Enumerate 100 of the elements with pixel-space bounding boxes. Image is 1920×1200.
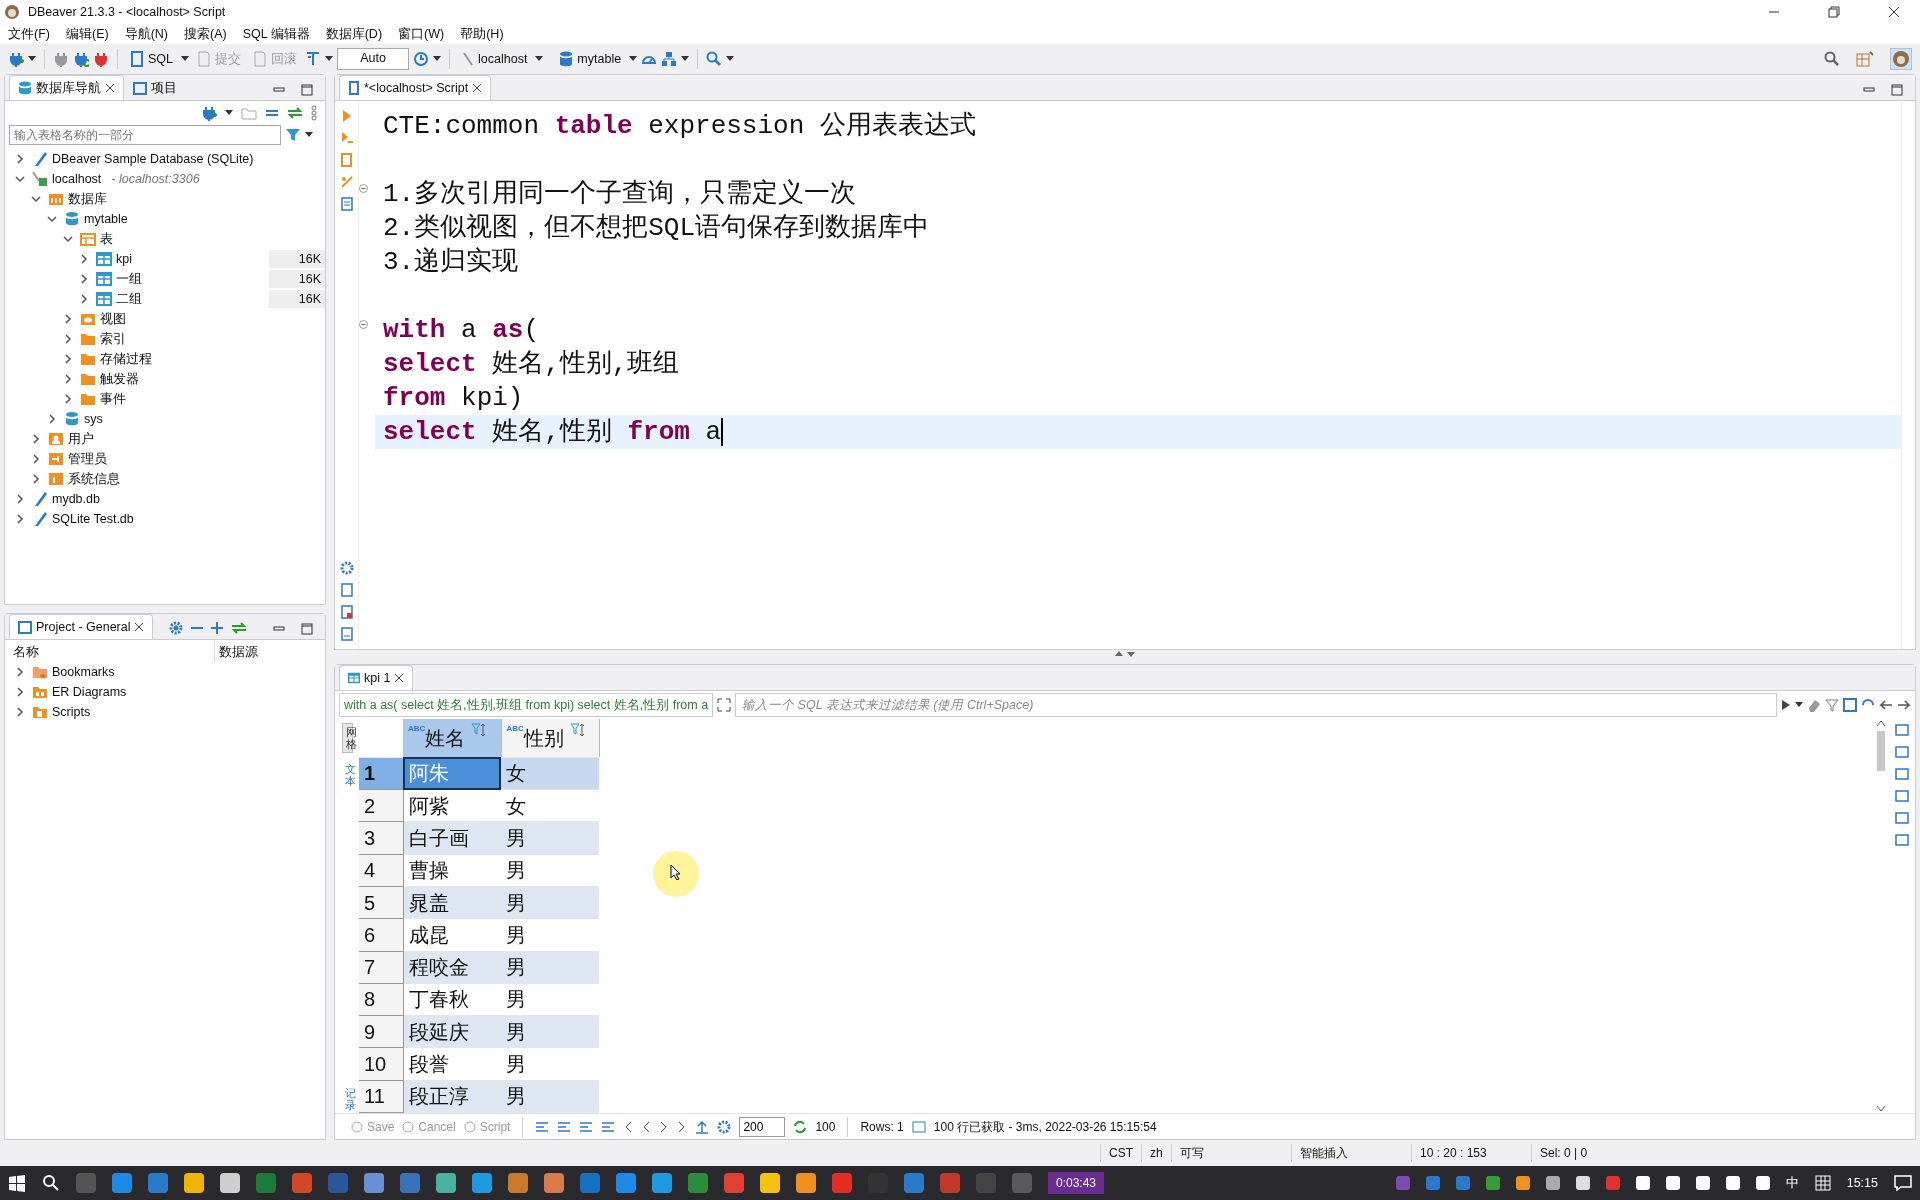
panel-tab[interactable]: Project - General (9, 614, 154, 639)
fetched-count: 100 (815, 1118, 836, 1136)
code-line[interactable]: 2.类似视图，但不想把SQL语句保存到数据库中 (375, 211, 1901, 245)
code-line[interactable]: 1.多次引用同一个子查询，只需定义一次 (375, 177, 1901, 211)
tree-item-label[interactable]: Scripts (52, 702, 91, 722)
table-cell[interactable]: 白子画 (403, 821, 501, 855)
status-item: Sel: 0 | 0 (1531, 1144, 1611, 1162)
status-item: CST (1100, 1144, 1141, 1162)
table-cell[interactable]: 男 (501, 1047, 599, 1081)
tree-item-label[interactable]: DBeaver Sample Database (SQLite) (52, 149, 254, 169)
tree-item-label[interactable]: 一组 (116, 269, 142, 289)
code-line[interactable]: from kpi) (375, 381, 1901, 415)
table-cell[interactable]: 男 (501, 918, 599, 951)
tree-item-label[interactable]: 事件 (100, 389, 126, 409)
status-item: 10 : 20 : 153 (1411, 1144, 1531, 1162)
table-cell[interactable]: 成昆 (403, 918, 501, 951)
tree-item-label[interactable]: SQLite Test.db (52, 509, 134, 529)
code-line[interactable]: CTE:common table expression 公用表表达式 (375, 109, 1901, 143)
query-text[interactable]: with a as( select 姓名,性别,班组 from kpi) select 姓名,性别 from a (339, 692, 714, 718)
menu-item[interactable]: 编辑(E) (57, 24, 117, 44)
menu-item[interactable]: 帮助(H) (452, 24, 512, 44)
row-number: 6 (359, 918, 403, 951)
menu-item[interactable]: SQL 编辑器 (234, 24, 318, 44)
status-item: 智能插入 (1291, 1144, 1411, 1162)
row-number: 8 (359, 983, 403, 1016)
table-cell[interactable]: 男 (501, 1080, 599, 1113)
menu-item[interactable]: 导航(N) (116, 24, 176, 44)
tree-item-label[interactable]: sys (84, 409, 103, 429)
sql-editor-button[interactable]: SQL (148, 49, 173, 69)
tree-item-label[interactable]: kpi (116, 249, 132, 269)
table-cell[interactable]: 男 (501, 951, 599, 984)
table-cell[interactable]: 男 (501, 983, 599, 1016)
connection-selector[interactable]: localhost (478, 49, 528, 69)
menu-item[interactable]: 数据库(D) (317, 24, 391, 44)
column-header[interactable]: 名称 (9, 640, 215, 662)
menu-item[interactable]: 窗口(W) (390, 24, 453, 44)
table-cell[interactable]: 男 (501, 886, 599, 919)
table-cell[interactable]: 程咬金 (403, 951, 501, 984)
taskbar-clock[interactable]: 15:15 (1846, 1173, 1878, 1193)
tree-item-label[interactable]: ER Diagrams (52, 682, 127, 702)
menu-item[interactable]: 文件(F) (0, 24, 58, 44)
tree-item-label[interactable]: 数据库 (68, 189, 107, 209)
code-line[interactable]: 3.递归实现 (375, 245, 1901, 279)
table-cell[interactable]: 女 (501, 789, 599, 822)
input-method-indicator[interactable]: 中 (1785, 1173, 1799, 1193)
row-count: Rows: 1 (860, 1118, 904, 1136)
tree-item-label[interactable]: 系统信息 (68, 469, 120, 489)
table-cell[interactable]: 男 (501, 1015, 599, 1048)
row-number: 4 (359, 854, 403, 887)
row-number: 3 (359, 821, 403, 855)
tree-item-label[interactable]: 二组 (116, 289, 142, 309)
editor-tab[interactable]: *<localhost> Script (339, 75, 492, 100)
table-size: 16K (269, 249, 325, 269)
tree-item-label[interactable]: 索引 (100, 329, 126, 349)
table-cell[interactable]: 段誉 (403, 1047, 501, 1081)
table-cell[interactable]: 段正淳 (403, 1080, 501, 1113)
filter-field[interactable]: 输入表格名称的一部分 (9, 125, 281, 145)
row-number: 1 (359, 757, 403, 790)
recording-widget[interactable]: 0:03:43 (1048, 1172, 1105, 1194)
table-cell[interactable]: 段延庆 (403, 1015, 501, 1048)
table-cell[interactable]: 女 (501, 757, 599, 790)
fetch-summary: 100 行已获取 - 3ms, 2022-03-26 15:15:54 (933, 1118, 1157, 1136)
results-tab[interactable]: kpi 1 (339, 665, 414, 690)
tree-item-label[interactable]: 视图 (100, 309, 126, 329)
tree-item-label[interactable]: 管理员 (68, 449, 107, 469)
tree-item-label[interactable]: 用户 (68, 429, 94, 449)
table-cell[interactable]: 晁盖 (403, 886, 501, 919)
tree-item-label[interactable]: localhost (52, 169, 102, 189)
tree-item-label[interactable]: mydb.db (52, 489, 100, 509)
status-item: zh (1141, 1144, 1171, 1162)
status-item: 可写 (1171, 1144, 1291, 1162)
table-cell[interactable]: 男 (501, 821, 599, 855)
table-cell[interactable]: 男 (501, 854, 599, 887)
table-cell[interactable]: 丁春秋 (403, 983, 501, 1016)
row-number: 10 (359, 1047, 403, 1081)
column-header[interactable]: 数据源 (215, 640, 262, 662)
code-line[interactable]: with a as( (375, 313, 1901, 347)
menu-item[interactable]: 搜索(A) (176, 24, 235, 44)
row-number: 2 (359, 789, 403, 822)
table-size: 16K (269, 289, 325, 309)
panel-tab[interactable]: 项目 (124, 75, 186, 100)
transaction-mode-field[interactable]: Auto (337, 48, 409, 70)
row-number: 7 (359, 951, 403, 984)
tree-item-label[interactable]: Bookmarks (52, 662, 115, 682)
window-title: DBeaver 21.3.3 - <localhost> Script (28, 3, 226, 21)
row-number: 11 (359, 1080, 403, 1113)
table-size: 16K (269, 269, 325, 289)
tree-item-label[interactable]: 触发器 (100, 369, 139, 389)
row-number: 5 (359, 886, 403, 919)
tree-item-label[interactable]: 表 (100, 229, 113, 249)
schema-selector[interactable]: mytable (577, 49, 622, 69)
connection-detail: - localhost:3306 (111, 170, 200, 188)
fetch-size-field[interactable]: 200 (739, 1116, 786, 1137)
tree-item-label[interactable]: 存储过程 (100, 349, 152, 369)
tree-item-label[interactable]: mytable (84, 209, 128, 229)
filter-field[interactable]: 输入一个 SQL 表达式来过滤结果 (使用 Ctrl+Space) (735, 692, 1777, 718)
panel-tab[interactable]: 数据库导航 (9, 75, 124, 100)
code-line[interactable]: select 姓名,性别,班组 (375, 347, 1901, 381)
table-cell[interactable]: 阿紫 (403, 789, 501, 822)
table-cell[interactable]: 曹操 (403, 854, 501, 887)
